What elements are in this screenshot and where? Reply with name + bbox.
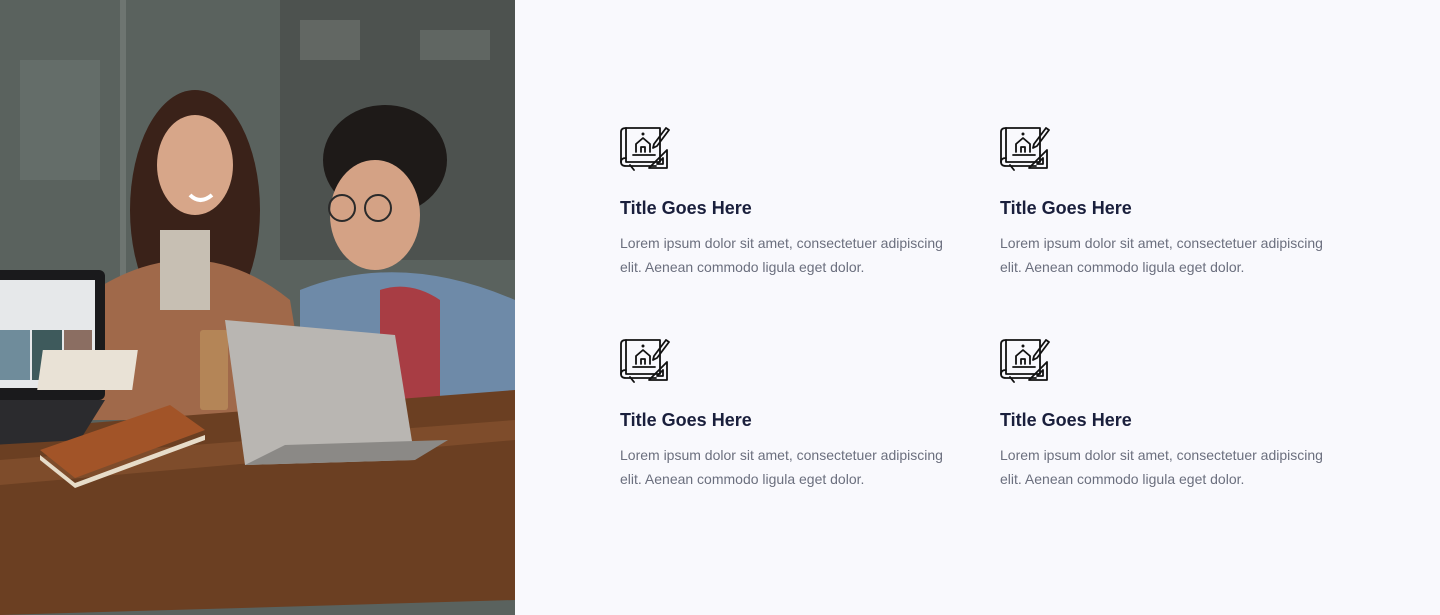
feature-description: Lorem ipsum dolor sit amet, consectetuer…: [620, 447, 943, 487]
hero-photo: [0, 0, 515, 615]
features-section: Title Goes Here Lorem ipsum dolor sit am…: [515, 0, 1440, 615]
feature-card: Title Goes Here Lorem ipsum dolor sit am…: [620, 336, 960, 491]
blueprint-icon: [620, 127, 670, 171]
feature-description: Lorem ipsum dolor sit amet, consectetuer…: [1000, 447, 1323, 487]
feature-card: Title Goes Here Lorem ipsum dolor sit am…: [1000, 124, 1340, 279]
blueprint-icon: [620, 339, 670, 383]
hero-photo-illustration: [0, 0, 515, 615]
feature-title: Title Goes Here: [620, 198, 752, 218]
feature-title: Title Goes Here: [1000, 410, 1132, 430]
feature-title: Title Goes Here: [620, 410, 752, 430]
feature-card: Title Goes Here Lorem ipsum dolor sit am…: [1000, 336, 1340, 491]
feature-description: Lorem ipsum dolor sit amet, consectetuer…: [620, 235, 943, 275]
blueprint-icon: [1000, 339, 1050, 383]
feature-title: Title Goes Here: [1000, 198, 1132, 218]
feature-description: Lorem ipsum dolor sit amet, consectetuer…: [1000, 235, 1323, 275]
feature-card: Title Goes Here Lorem ipsum dolor sit am…: [620, 124, 960, 279]
blueprint-icon: [1000, 127, 1050, 171]
